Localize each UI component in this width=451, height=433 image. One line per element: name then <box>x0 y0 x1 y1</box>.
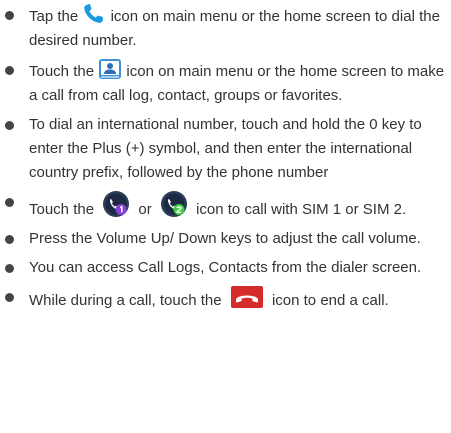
list-item: Touch the or icon to call with SIM 1 or … <box>0 190 451 222</box>
instructions-document: Tap the icon on main menu or the home sc… <box>0 3 451 433</box>
item-text: To dial an international number, touch a… <box>29 116 422 181</box>
end-call-icon <box>230 285 264 309</box>
item-text-before: Touch the <box>29 201 95 218</box>
instruction-list: Tap the icon on main menu or the home sc… <box>0 3 451 313</box>
item-text-after: icon to call with SIM 1 or SIM 2. <box>196 201 407 218</box>
list-item: Tap the icon on main menu or the home sc… <box>0 3 451 53</box>
item-text-before: Touch the <box>29 63 95 80</box>
list-item: Touch the icon on main menu or the home … <box>0 58 451 108</box>
phone-dial-icon <box>82 3 106 25</box>
item-text-middle: or <box>138 201 152 218</box>
item-text-before: Tap the <box>29 8 79 25</box>
sim1-call-icon <box>102 190 130 218</box>
list-item: You can access Call Logs, Contacts from … <box>0 256 451 280</box>
item-text-after: icon to end a call. <box>271 292 389 309</box>
contacts-call-log-icon <box>98 58 122 80</box>
sim2-call-icon <box>160 190 188 218</box>
list-item: While during a call, touch the icon to e… <box>0 285 451 313</box>
list-item: To dial an international number, touch a… <box>0 113 451 185</box>
item-text-before: While during a call, touch the <box>29 292 222 309</box>
list-item: Press the Volume Up/ Down keys to adjust… <box>0 227 451 251</box>
item-text: You can access Call Logs, Contacts from … <box>29 259 422 276</box>
item-text: Press the Volume Up/ Down keys to adjust… <box>29 230 421 247</box>
